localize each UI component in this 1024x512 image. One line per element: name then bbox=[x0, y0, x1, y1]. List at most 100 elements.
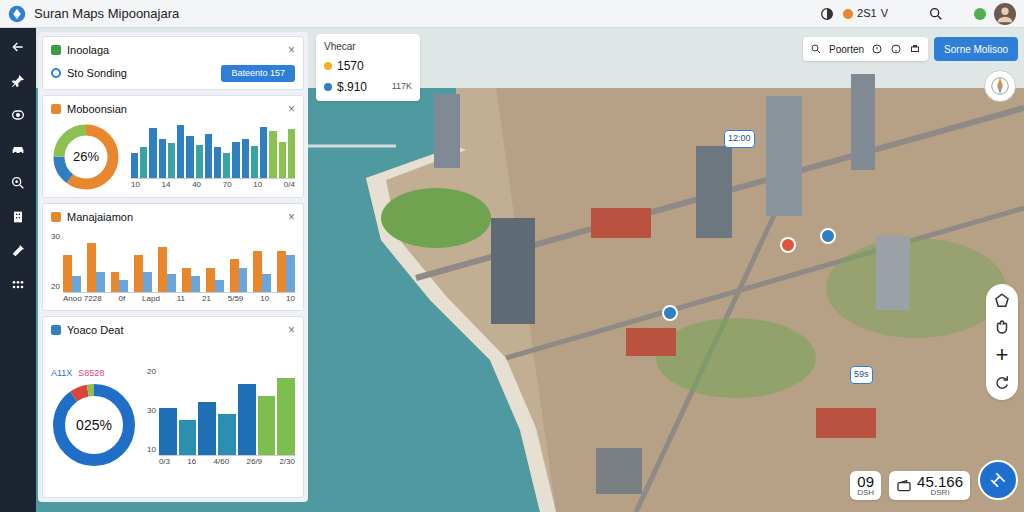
close-button[interactable]: × bbox=[288, 211, 295, 223]
panel-body: A11XS8528025%2030100/3164/6026/92/30 bbox=[51, 343, 295, 493]
rail-button[interactable] bbox=[5, 104, 31, 126]
tags: A11X S8528 bbox=[51, 367, 104, 381]
row-button[interactable]: Bateento 157 bbox=[221, 65, 295, 83]
close-button[interactable]: × bbox=[288, 324, 295, 336]
bar bbox=[186, 136, 193, 177]
print-icon[interactable] bbox=[909, 43, 921, 55]
info-dot bbox=[324, 62, 332, 70]
bar bbox=[159, 408, 177, 455]
info-value: 1570 bbox=[337, 57, 364, 75]
rail-button[interactable] bbox=[5, 274, 31, 296]
x-label: 10 bbox=[286, 293, 295, 305]
y-tick: 30 bbox=[147, 405, 156, 417]
rail-button[interactable] bbox=[5, 36, 31, 58]
bar bbox=[223, 153, 230, 178]
close-button[interactable]: × bbox=[288, 103, 295, 115]
rail-button[interactable] bbox=[5, 70, 31, 92]
donut-column: A11X S8528025% bbox=[51, 367, 137, 469]
rail-button[interactable] bbox=[5, 240, 31, 262]
stat-label: DSRI bbox=[930, 489, 949, 497]
panel-title: Moboonsian bbox=[67, 101, 282, 118]
panel-icon bbox=[51, 325, 61, 335]
action-fab[interactable] bbox=[978, 460, 1018, 500]
search-location-icon bbox=[10, 175, 26, 191]
map-marker[interactable] bbox=[780, 237, 796, 253]
bar bbox=[111, 272, 120, 292]
x-label: 21 bbox=[202, 293, 211, 305]
zoom-in-button[interactable]: + bbox=[996, 344, 1009, 366]
x-label: 40 bbox=[192, 179, 201, 191]
bar bbox=[286, 255, 295, 292]
building-icon bbox=[10, 209, 26, 225]
bars bbox=[63, 231, 295, 293]
bar bbox=[179, 420, 197, 456]
bar bbox=[277, 378, 295, 455]
bar bbox=[159, 139, 166, 178]
rail-button[interactable] bbox=[5, 206, 31, 228]
bar-group bbox=[87, 231, 105, 292]
y-tick: 30 bbox=[51, 231, 60, 243]
bar bbox=[182, 268, 191, 292]
satellite-icon bbox=[988, 470, 1008, 490]
panel-title: Inoolaga bbox=[67, 42, 282, 59]
x-label: 10 bbox=[260, 293, 269, 305]
rotate-icon[interactable] bbox=[993, 374, 1011, 392]
info-icon[interactable] bbox=[890, 43, 902, 55]
bar bbox=[230, 259, 239, 292]
panel-row: Sto SondingBateento 157 bbox=[51, 63, 295, 85]
map-marker[interactable] bbox=[662, 305, 678, 321]
status-dot bbox=[843, 9, 853, 19]
x-label: 26/9 bbox=[247, 456, 263, 468]
map-pin-label[interactable]: 59s bbox=[850, 366, 873, 384]
pin-icon bbox=[10, 73, 26, 89]
rail-button[interactable] bbox=[5, 172, 31, 194]
bar bbox=[87, 243, 96, 292]
tag: A11X bbox=[51, 367, 72, 381]
bar bbox=[260, 127, 267, 178]
info-dot bbox=[324, 83, 332, 91]
close-button[interactable]: × bbox=[288, 44, 295, 56]
panel-header: Moboonsian × bbox=[51, 101, 295, 118]
x-label: 0f bbox=[119, 293, 126, 305]
bar bbox=[258, 396, 276, 455]
x-label: 14 bbox=[162, 179, 171, 191]
filter-icon[interactable] bbox=[871, 43, 883, 55]
stat: 09DSH bbox=[857, 474, 874, 497]
bar bbox=[134, 255, 143, 292]
avatar-icon[interactable] bbox=[994, 3, 1016, 25]
logo-icon bbox=[8, 5, 26, 23]
stat-label: DSH bbox=[857, 489, 874, 497]
search-icon[interactable] bbox=[928, 6, 944, 22]
panel-title: Manajaiamon bbox=[67, 209, 282, 226]
toolbar-label[interactable]: Poorten bbox=[829, 42, 864, 57]
bar-group bbox=[230, 231, 248, 292]
hand-icon[interactable] bbox=[993, 318, 1011, 336]
x-label: 10 bbox=[253, 179, 262, 191]
map-marker[interactable] bbox=[820, 228, 836, 244]
panel-card: Moboonsian×26%10144070100/4 bbox=[42, 95, 304, 198]
panel-icon bbox=[51, 45, 61, 55]
theme-icon[interactable] bbox=[819, 6, 835, 22]
search-icon[interactable] bbox=[810, 43, 822, 55]
stat-value: 09 bbox=[857, 474, 874, 489]
account-menu[interactable]: 2S1V bbox=[843, 5, 888, 22]
bar bbox=[251, 146, 258, 178]
tag: S8528 bbox=[78, 367, 104, 381]
panel-header: Manajaiamon × bbox=[51, 209, 295, 226]
action-button[interactable]: Sorne Molisoo bbox=[934, 37, 1018, 61]
bar-group bbox=[134, 231, 152, 292]
app-title: Suran Maps Mipoonajara bbox=[34, 4, 179, 24]
compass[interactable] bbox=[984, 70, 1016, 102]
y-tick: 10 bbox=[147, 444, 156, 456]
bars bbox=[131, 123, 295, 179]
bar-group bbox=[182, 231, 200, 292]
map-pin-label[interactable]: 12:00 bbox=[724, 130, 755, 148]
tool-icon bbox=[10, 243, 26, 259]
bar-group bbox=[277, 231, 295, 292]
bar bbox=[214, 147, 221, 177]
rail-button[interactable] bbox=[5, 138, 31, 160]
bar bbox=[218, 414, 236, 456]
donut-chart: 025% bbox=[51, 382, 137, 468]
shape-icon[interactable] bbox=[993, 292, 1011, 310]
menu-chevron[interactable]: V bbox=[881, 5, 888, 22]
